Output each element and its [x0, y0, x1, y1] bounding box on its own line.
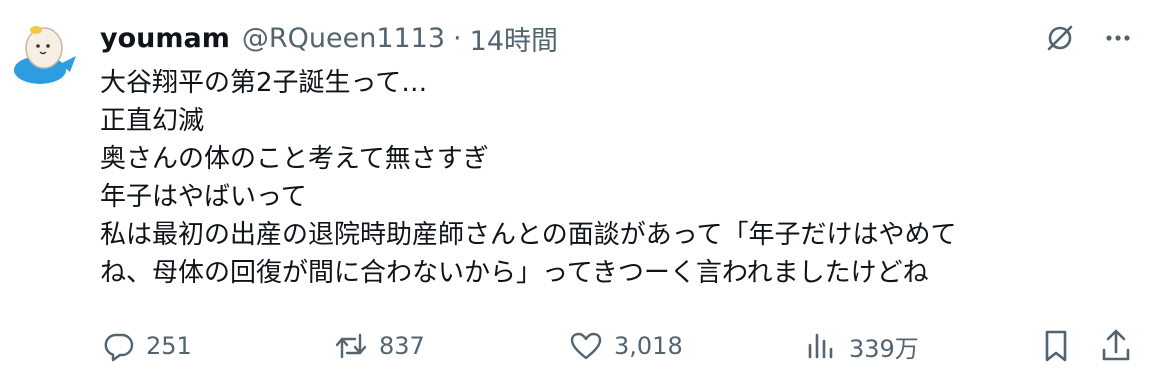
- bookmark-icon[interactable]: [1036, 326, 1076, 366]
- more-icon[interactable]: [1098, 18, 1138, 58]
- repost-count: 837: [379, 332, 425, 360]
- like-icon: [568, 329, 614, 363]
- repost-icon: [333, 329, 379, 363]
- tweet-line: 年子はやばいって: [100, 182, 307, 212]
- reply-count: 251: [146, 332, 192, 360]
- tweet-line: 私は最初の出産の退院時助産師さんとの面談があって「年子だけはやめて: [100, 220, 957, 250]
- tweet-line: ね、母体の回復が間に合わないから」ってきつーく言われましたけどね: [100, 258, 929, 288]
- avatar[interactable]: [10, 20, 78, 88]
- tweet-text: 大谷翔平の第2子誕生って… 正直幻滅 奥さんの体のこと考えて無さすぎ 年子はやば…: [100, 64, 1150, 292]
- tweet-line: 大谷翔平の第2子誕生って…: [100, 68, 428, 98]
- timestamp[interactable]: 14時間: [470, 19, 558, 58]
- tweet-header: youmam @RQueen1113 · 14時間: [100, 18, 558, 58]
- views-count: 339万: [849, 334, 919, 363]
- reply-button[interactable]: 251: [102, 320, 192, 372]
- like-button[interactable]: 3,018: [568, 320, 683, 372]
- tweet-line: 奥さんの体のこと考えて無さすぎ: [100, 144, 489, 174]
- display-name[interactable]: youmam: [100, 23, 230, 54]
- share-icon[interactable]: [1096, 326, 1136, 366]
- like-count: 3,018: [614, 332, 683, 360]
- grok-icon[interactable]: [1040, 18, 1080, 58]
- views-icon: [805, 329, 849, 363]
- views-button[interactable]: 339万: [805, 320, 919, 372]
- user-handle[interactable]: @RQueen1113: [242, 23, 445, 54]
- reply-icon: [102, 329, 146, 363]
- action-bar: 251 837 3,018 339万: [0, 320, 1166, 372]
- separator-dot: ·: [453, 22, 462, 54]
- repost-button[interactable]: 837: [333, 320, 425, 372]
- tweet-line: 正直幻滅: [100, 106, 205, 136]
